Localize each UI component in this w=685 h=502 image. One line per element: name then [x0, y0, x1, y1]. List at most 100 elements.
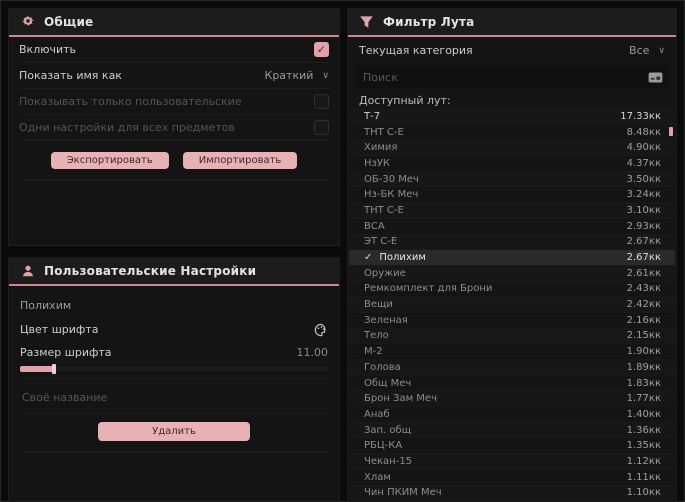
loot-item-name-wrap: ✓ НзУК: [364, 158, 390, 169]
name-display-select[interactable]: Краткий ∨: [265, 69, 329, 82]
loot-item-name-wrap: ✓ Чин ПКИМ Меч: [364, 487, 442, 498]
row-same-settings: Одни настройки для всех предметов: [19, 115, 329, 141]
loot-item-name-wrap: ✓ Нз-БК Меч: [364, 189, 418, 200]
row-font-size: Размер шрифта 11.00: [20, 341, 328, 364]
search-input[interactable]: [361, 69, 648, 85]
loot-list-item[interactable]: ✓ Брон Зам Меч 1.77кк: [349, 391, 675, 408]
mod-settings-window: Общие Включить ✓ Показать имя как Кратки…: [0, 0, 685, 502]
loot-item-value: 2.67кк: [626, 236, 661, 248]
panel-custom-header: Пользовательские Настройки: [9, 258, 339, 286]
font-size-slider[interactable]: [20, 364, 328, 374]
loot-item-name-wrap: ✓ Ремкомплект для Брони: [364, 283, 492, 294]
loot-item-name-wrap: ✓ Оружие: [364, 268, 406, 279]
loot-list-item[interactable]: ✓ РБЦ-КА 1.35кк: [349, 438, 675, 455]
loot-item-name: Т-7: [364, 110, 381, 122]
loot-item-name-wrap: ✓ Чекан-15: [364, 456, 412, 467]
enable-checkbox[interactable]: ✓: [314, 42, 329, 57]
delete-button[interactable]: Удалить: [98, 422, 250, 441]
slider-handle[interactable]: [52, 364, 56, 374]
gear-icon: [20, 15, 35, 30]
row-name-display: Показать имя как Краткий ∨: [19, 63, 329, 89]
loot-item-name: НзУК: [364, 157, 391, 169]
font-size-value: 11.00: [296, 346, 329, 359]
loot-item-value: 1.77кк: [626, 393, 661, 405]
loot-list-item[interactable]: ✓ Химия 4.90кк: [349, 140, 675, 157]
loot-list-item[interactable]: ✓ Голова 1.89кк: [349, 360, 675, 376]
loot-item-value: 1.90кк: [626, 346, 661, 358]
loot-item-name-wrap: ✓ ОБ-30 Меч: [364, 174, 419, 185]
panel-custom-title: Пользовательские Настройки: [44, 264, 257, 278]
row-show-custom-only: Показывать только пользовательские: [19, 89, 329, 115]
category-value: Все: [629, 44, 650, 57]
import-button[interactable]: Импортировать: [182, 152, 298, 169]
same-settings-label: Одни настройки для всех предметов: [19, 121, 235, 134]
loot-item-name: Полихим: [379, 252, 426, 264]
loot-list-item[interactable]: ✓ М-2 1.90кк: [349, 344, 675, 360]
loot-item-value: 1.83кк: [626, 377, 661, 389]
loot-item-name: Зеленая: [364, 314, 408, 326]
loot-item-value: 1.40кк: [626, 408, 661, 420]
loot-item-name: Ремкомплект для Брони: [364, 283, 493, 295]
loot-item-name: Голова: [364, 361, 401, 373]
loot-item-value: 2.43кк: [626, 283, 661, 295]
loot-item-name: ОБ-30 Меч: [364, 173, 419, 185]
loot-item-value: 1.10кк: [626, 487, 661, 499]
loot-list-item[interactable]: ✓ ТНТ С-Е 8.48кк: [349, 124, 675, 141]
font-size-label: Размер шрифта: [20, 346, 112, 359]
loot-list-item[interactable]: ✓ Тело 2.15кк: [349, 328, 675, 345]
loot-item-name: РБЦ-КА: [364, 440, 403, 452]
loot-list-item[interactable]: ✓ Зеленая 2.16кк: [349, 312, 675, 329]
loot-item-name: Химия: [364, 142, 398, 154]
divider: [19, 451, 329, 452]
divider: [19, 378, 329, 379]
export-import-row: Экспортировать Импортировать: [19, 152, 329, 169]
loot-item-name: ЭТ С-Е: [364, 236, 398, 248]
custom-name-input[interactable]: [20, 385, 332, 409]
loot-item-name-wrap: ✓ Брон Зам Меч: [364, 393, 437, 404]
same-settings-checkbox[interactable]: [314, 120, 329, 135]
name-display-value: Краткий: [264, 69, 314, 82]
loot-list-item[interactable]: ✓ Ремкомплект для Брони 2.43кк: [349, 281, 675, 298]
loot-item-value: 3.24кк: [626, 189, 661, 201]
loot-list-item[interactable]: ✓ Т-7 17.33кк: [349, 109, 675, 125]
loot-list-item[interactable]: ✓ Полихим 2.67кк: [349, 250, 675, 266]
loot-item-name: Тело: [364, 330, 389, 342]
loot-list-item[interactable]: ✓ Оружие 2.61кк: [349, 265, 675, 282]
loot-list-item[interactable]: ✓ Анаб 1.40кк: [349, 407, 675, 423]
loot-item-name-wrap: ✓ Полихим: [364, 252, 426, 263]
loot-list-item[interactable]: ✓ Нз-БК Меч 3.24кк: [349, 187, 675, 204]
loot-list-item[interactable]: ✓ ЭТ С-Е 2.67кк: [349, 234, 675, 251]
loot-item-name: Хлам: [364, 471, 391, 483]
loot-item-name: Анаб: [364, 408, 390, 420]
loot-item-name: Чин ПКИМ Меч: [364, 487, 442, 499]
loot-item-name-wrap: ✓ М-2: [364, 346, 383, 357]
loot-list-item[interactable]: ✓ НзУК 4.37кк: [349, 156, 675, 172]
panel-loot-title: Фильтр Лута: [383, 15, 475, 29]
loot-item-name-wrap: ✓ ВСА: [364, 221, 385, 232]
loot-list-item[interactable]: ✓ ВСА 2.93кк: [349, 218, 675, 235]
palette-icon[interactable]: [313, 322, 328, 337]
loot-list-item[interactable]: ✓ ТНТ С-Е 3.10кк: [349, 203, 675, 219]
panel-loot-filter: Фильтр Лута Текущая категория Все ∨ Дост…: [347, 8, 677, 502]
show-custom-only-checkbox[interactable]: [314, 94, 329, 109]
export-button[interactable]: Экспортировать: [50, 152, 169, 169]
loot-item-name: Общ Меч: [364, 377, 412, 389]
loot-list-item[interactable]: ✓ Хлам 1.11кк: [349, 469, 675, 486]
loot-item-value: 2.16кк: [626, 314, 661, 326]
loot-list-item[interactable]: ✓ Чин ПКИМ Меч 1.10кк: [349, 485, 675, 500]
divider: [19, 413, 329, 414]
category-select[interactable]: Все ∨: [629, 44, 665, 57]
slider-track: [20, 367, 328, 371]
loot-item-value: 1.36кк: [626, 424, 661, 436]
loot-list-item[interactable]: ✓ Общ Меч 1.83кк: [349, 375, 675, 392]
loot-list-item[interactable]: ✓ Вещи 2.42кк: [349, 297, 675, 313]
row-current-category: Текущая категория Все ∨: [359, 37, 665, 64]
scrollbar-thumb[interactable]: [669, 127, 673, 136]
loot-list-item[interactable]: ✓ Чекан-15 1.12кк: [349, 454, 675, 470]
loot-list-item[interactable]: ✓ ОБ-30 Меч 3.50кк: [349, 171, 675, 188]
loot-list-item[interactable]: ✓ Зап. общ 1.36кк: [349, 422, 675, 439]
loot-item-name: Чекан-15: [364, 455, 413, 467]
loot-item-value: 17.33кк: [620, 110, 661, 122]
available-loot-label: Доступный лут:: [359, 94, 451, 107]
id-card-icon[interactable]: [648, 70, 663, 85]
